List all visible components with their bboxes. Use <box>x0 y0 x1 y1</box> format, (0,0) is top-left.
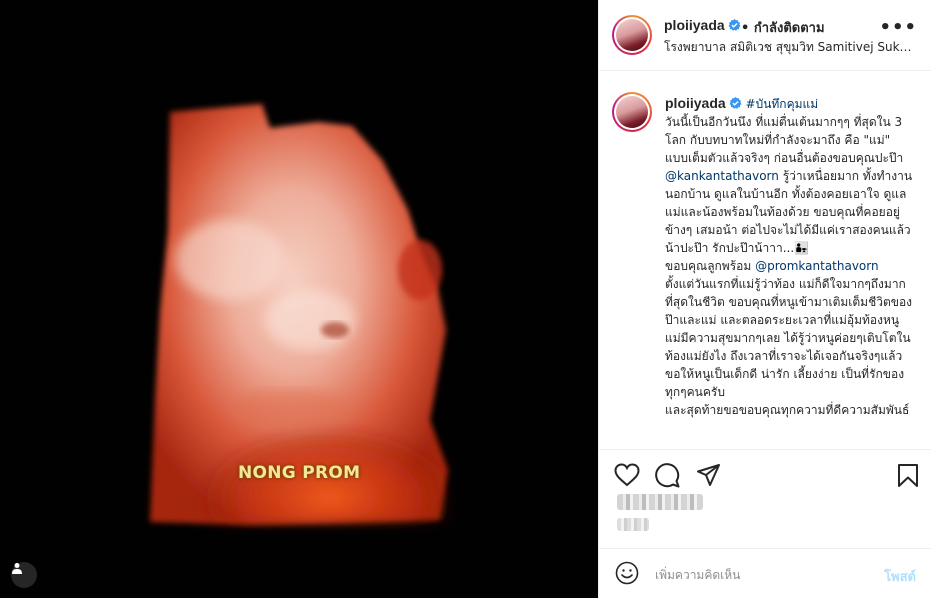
share-icon[interactable] <box>696 463 721 487</box>
post-side-panel: ploiiyada • กำลังติดตาม โรงพยาบาล สมิติเ… <box>598 0 931 598</box>
mention-link[interactable]: @kankantathavorn <box>665 169 779 183</box>
caption-text-1: วันนี้เป็นอีกวันนึง ที่แม่ตื่นเต้นมากๆๆ … <box>665 115 904 165</box>
action-bar <box>599 450 931 500</box>
ultrasound-caption: NONG PROM <box>238 463 361 483</box>
caption-text-2: รู้ว่าเหนื่อยมาก ทั้งทำงาน นอกบ้าน ดูแลใ… <box>665 169 913 273</box>
comment-input[interactable] <box>655 566 855 584</box>
verified-badge-icon <box>728 19 741 31</box>
more-options-icon[interactable]: ••• <box>879 19 917 37</box>
timestamp-blurred[interactable] <box>617 518 649 531</box>
post-caption: ploiiyada #บันทึกคุมแม่ วันนี้เป็นอีกวัน… <box>665 94 913 419</box>
username-text: ploiiyada <box>664 17 725 33</box>
user-tag-icon <box>12 563 22 574</box>
comments-section[interactable]: ploiiyada #บันทึกคุมแม่ วันนี้เป็นอีกวัน… <box>599 72 931 450</box>
user-tag-button[interactable] <box>11 562 37 588</box>
username-link[interactable]: ploiiyada <box>664 17 741 33</box>
post-comment-button[interactable]: โพสต์ <box>884 566 916 587</box>
location-link[interactable]: โรงพยาบาล สมิติเวช สุขุมวิท Samitivej Su… <box>664 38 919 57</box>
follow-status[interactable]: • กำลังติดตาม <box>741 17 825 38</box>
caption-text-3: ตั้งแต่วันแรกที่แม่รู้ว่าท้อง แม่ก็ดีใจม… <box>665 277 913 417</box>
likes-count-blurred[interactable] <box>617 494 703 510</box>
comment-icon[interactable] <box>655 463 680 488</box>
emoji-icon[interactable] <box>615 561 639 585</box>
ultrasound-image <box>150 104 448 525</box>
verified-badge-icon <box>729 97 742 109</box>
bookmark-icon[interactable] <box>897 463 919 488</box>
caption-username[interactable]: ploiiyada <box>665 95 726 111</box>
caption-avatar[interactable] <box>612 92 652 132</box>
mention-link[interactable]: @promkantathavorn <box>755 259 879 273</box>
heart-icon[interactable] <box>614 463 640 487</box>
post-media[interactable]: NONG PROM <box>0 0 598 598</box>
hashtag-link[interactable]: #บันทึกคุมแม่ <box>746 97 819 111</box>
add-comment-bar: โพสต์ <box>599 548 931 598</box>
avatar[interactable] <box>612 15 652 55</box>
post-header: ploiiyada • กำลังติดตาม โรงพยาบาล สมิติเ… <box>599 0 931 71</box>
